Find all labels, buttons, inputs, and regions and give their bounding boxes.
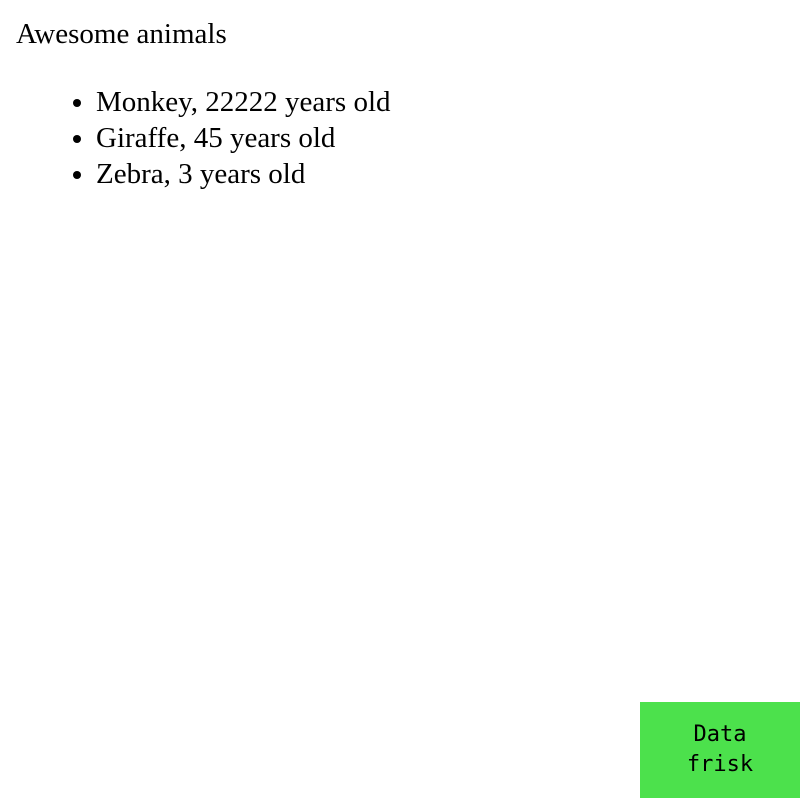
data-frisk-button-label: Data frisk — [686, 722, 754, 777]
data-frisk-button[interactable]: Data frisk — [640, 702, 800, 798]
list-item: Giraffe, 45 years old — [96, 120, 391, 156]
page-title: Awesome animals — [16, 18, 227, 50]
animal-list: Monkey, 22222 years old Giraffe, 45 year… — [56, 84, 391, 192]
list-item: Zebra, 3 years old — [96, 156, 391, 192]
list-item: Monkey, 22222 years old — [96, 84, 391, 120]
